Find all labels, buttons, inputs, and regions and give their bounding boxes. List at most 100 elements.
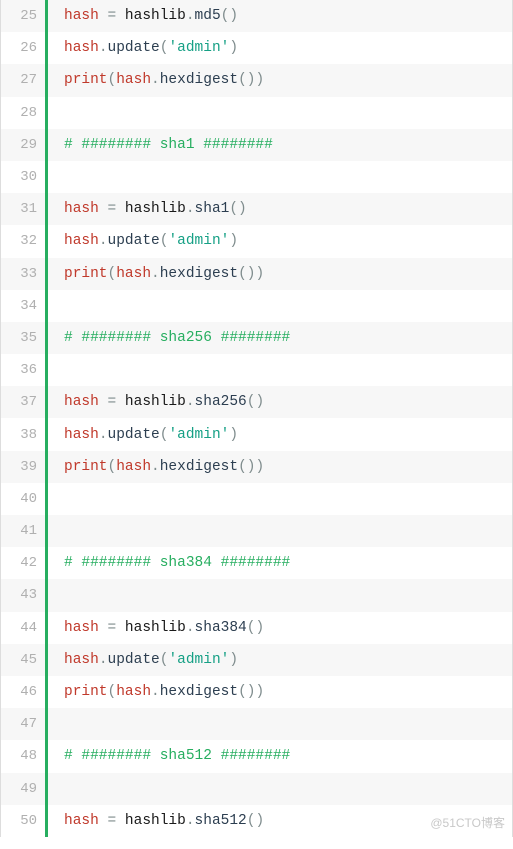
code-line: 38hash.update('admin') <box>1 418 512 450</box>
line-number: 32 <box>1 233 45 249</box>
code-token: ( <box>108 684 117 700</box>
line-number: 36 <box>1 362 45 378</box>
line-number: 42 <box>1 555 45 571</box>
code-token: ) <box>229 233 238 249</box>
code-token: hash <box>64 394 99 410</box>
code-token: hash <box>116 684 151 700</box>
diff-marker <box>45 579 48 611</box>
code-token: () <box>247 620 264 636</box>
code-token: . <box>186 394 195 410</box>
line-number: 46 <box>1 684 45 700</box>
code-token <box>99 394 108 410</box>
code-token: print <box>64 72 108 88</box>
code-line: 43 <box>1 579 512 611</box>
code-token: hash <box>64 620 99 636</box>
code-token <box>99 201 108 217</box>
code-token: ) <box>229 40 238 56</box>
code-content: hash.update('admin') <box>48 233 512 249</box>
code-content: hash = hashlib.sha1() <box>48 201 512 217</box>
code-token: ) <box>229 427 238 443</box>
code-content: # ######## sha1 ######## <box>48 137 512 153</box>
code-token: print <box>64 459 108 475</box>
code-token <box>99 8 108 24</box>
code-token: () <box>238 266 255 282</box>
code-line: 27print(hash.hexdigest()) <box>1 64 512 96</box>
line-number: 33 <box>1 266 45 282</box>
line-number: 34 <box>1 298 45 314</box>
code-line: 25hash = hashlib.md5() <box>1 0 512 32</box>
code-content: hash = hashlib.sha256() <box>48 394 512 410</box>
line-number: 45 <box>1 652 45 668</box>
code-token: . <box>186 620 195 636</box>
code-token: ( <box>108 266 117 282</box>
code-token: hash <box>64 201 99 217</box>
diff-marker <box>45 483 48 515</box>
code-line: 37hash = hashlib.sha256() <box>1 386 512 418</box>
code-token <box>116 394 125 410</box>
code-token: sha1 <box>195 201 230 217</box>
code-token: hash <box>116 266 151 282</box>
line-number: 29 <box>1 137 45 153</box>
code-token: sha256 <box>195 394 247 410</box>
line-number: 28 <box>1 105 45 121</box>
code-token: () <box>238 72 255 88</box>
code-line: 36 <box>1 354 512 386</box>
code-token: . <box>186 813 195 829</box>
code-token: md5 <box>195 8 221 24</box>
code-token <box>116 620 125 636</box>
code-token: hash <box>64 652 99 668</box>
code-token: hash <box>116 72 151 88</box>
code-token: 'admin' <box>168 40 229 56</box>
code-token: 'admin' <box>168 233 229 249</box>
code-line: 29# ######## sha1 ######## <box>1 129 512 161</box>
code-token: hexdigest <box>160 459 238 475</box>
code-token: # ######## sha512 ######## <box>64 748 290 764</box>
code-token: hash <box>64 40 99 56</box>
code-line: 46print(hash.hexdigest()) <box>1 676 512 708</box>
code-token: ) <box>255 684 264 700</box>
code-token: . <box>186 201 195 217</box>
code-line: 34 <box>1 290 512 322</box>
code-token: hash <box>64 813 99 829</box>
code-token: hashlib <box>125 201 186 217</box>
code-token: hexdigest <box>160 72 238 88</box>
line-number: 25 <box>1 8 45 24</box>
code-line: 41 <box>1 515 512 547</box>
line-number: 40 <box>1 491 45 507</box>
code-token: sha512 <box>195 813 247 829</box>
code-token: hexdigest <box>160 684 238 700</box>
code-token: hash <box>116 459 151 475</box>
code-line: 48 # ######## sha512 ######## <box>1 740 512 772</box>
diff-marker <box>45 161 48 193</box>
code-content: # ######## sha256 ######## <box>48 330 512 346</box>
line-number: 50 <box>1 813 45 829</box>
code-line: 39print(hash.hexdigest()) <box>1 451 512 483</box>
code-line: 50hash = hashlib.sha512() <box>1 805 512 837</box>
diff-marker <box>45 290 48 322</box>
code-content: hash = hashlib.md5() <box>48 8 512 24</box>
code-content: hash.update('admin') <box>48 652 512 668</box>
code-token: () <box>247 394 264 410</box>
line-number: 47 <box>1 716 45 732</box>
code-content: print(hash.hexdigest()) <box>48 684 512 700</box>
code-token: ) <box>255 72 264 88</box>
code-token: ( <box>108 72 117 88</box>
code-line: 26hash.update('admin') <box>1 32 512 64</box>
code-token: ) <box>229 652 238 668</box>
code-content: hash.update('admin') <box>48 40 512 56</box>
line-number: 48 <box>1 748 45 764</box>
line-number: 27 <box>1 72 45 88</box>
code-content: # ######## sha384 ######## <box>48 555 512 571</box>
code-token: . <box>151 459 160 475</box>
code-token: = <box>108 201 117 217</box>
code-token: = <box>108 813 117 829</box>
code-token: . <box>99 233 108 249</box>
code-token: . <box>99 652 108 668</box>
code-block: 25hash = hashlib.md5()26hash.update('adm… <box>0 0 513 837</box>
diff-marker <box>45 97 48 129</box>
line-number: 30 <box>1 169 45 185</box>
code-token: hashlib <box>125 813 186 829</box>
diff-marker <box>45 773 48 805</box>
code-line: 31hash = hashlib.sha1() <box>1 193 512 225</box>
code-token: ) <box>255 459 264 475</box>
